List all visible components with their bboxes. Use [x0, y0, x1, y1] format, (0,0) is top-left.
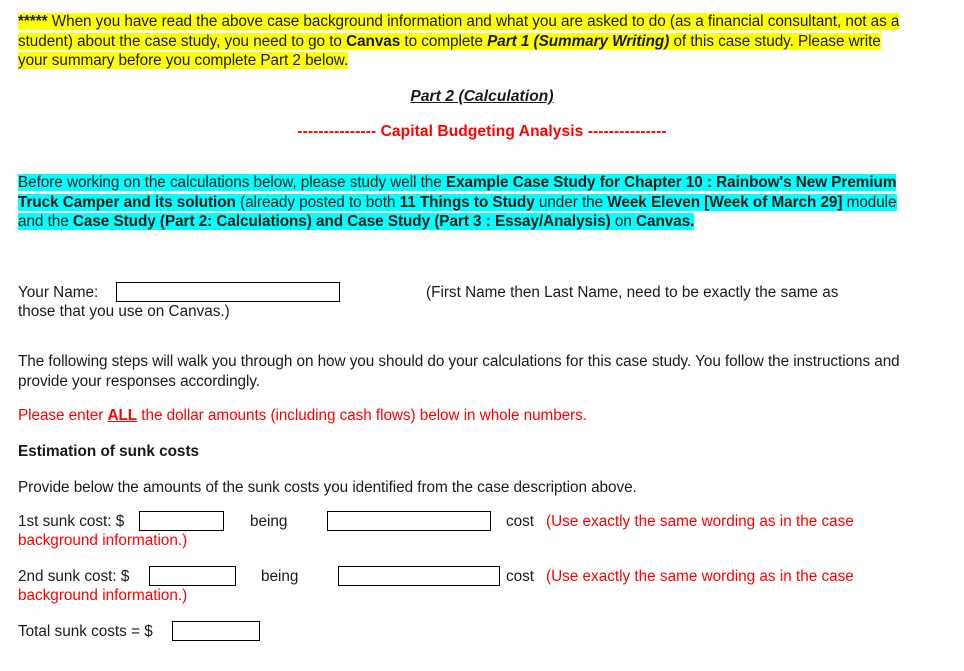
- whole-numbers-all-emphasis: ALL: [107, 407, 138, 424]
- whole-numbers-text-1: Please enter: [18, 407, 108, 424]
- your-name-hint: (First Name then Last Name, need to be e…: [426, 283, 906, 303]
- first-sunk-cost-note-line2: background information.): [18, 532, 188, 549]
- intro-note-text-2: to complete: [400, 32, 488, 50]
- your-name-label: Your Name:: [18, 284, 99, 301]
- your-name-input[interactable]: [116, 282, 340, 302]
- study-note-text-1: Before working on the calculations below…: [18, 174, 446, 191]
- study-note-text-2: (already posted to both: [235, 193, 400, 211]
- study-note-text-5: on: [610, 213, 637, 230]
- your-name-hint-continued: those that you use on Canvas.): [18, 302, 498, 322]
- study-note-11-things-to-study: 11 Things to Study: [399, 193, 535, 211]
- intro-note-stars: *****: [18, 13, 52, 30]
- document-page: ***** When you have read the above case …: [0, 0, 964, 671]
- study-note-canvas: Canvas.: [636, 213, 695, 230]
- first-sunk-cost-cost-label: cost: [506, 513, 535, 530]
- total-sunk-costs-label: Total sunk costs = $: [18, 623, 153, 640]
- intro-note-paragraph: ***** When you have read the above case …: [18, 12, 908, 71]
- intro-note-canvas-bold: Canvas: [346, 32, 401, 50]
- second-sunk-cost-note-line1: (Use exactly the same wording as in the …: [546, 568, 854, 585]
- second-sunk-cost-being-label: being: [261, 568, 299, 585]
- intro-note-highlight: ***** When you have read the above case …: [18, 13, 899, 69]
- study-note-week-eleven: Week Eleven [Week of March 29]: [607, 193, 843, 211]
- intro-note-part1-bold-italic: Part 1 (Summary Writing): [487, 32, 670, 50]
- sunk-costs-instruction: Provide below the amounts of the sunk co…: [18, 479, 637, 496]
- whole-numbers-note: Please enter ALL the dollar amounts (inc…: [18, 406, 903, 426]
- study-note-paragraph: Before working on the calculations below…: [18, 173, 898, 232]
- your-name-hint-line1: (First Name then Last Name, need to be e…: [426, 284, 839, 301]
- your-name-hint-line2: those that you use on Canvas.): [18, 303, 230, 320]
- sunk-costs-section-heading: Estimation of sunk costs: [18, 443, 200, 460]
- second-sunk-cost-cost-label: cost: [506, 568, 535, 585]
- part-2-title: Part 2 (Calculation): [410, 88, 554, 105]
- study-note-case-study-parts: Case Study (Part 2: Calculations) and Ca…: [72, 213, 611, 230]
- second-sunk-cost-description-input[interactable]: [338, 566, 500, 586]
- study-note-text-3: under the: [534, 193, 608, 211]
- first-sunk-cost-description-input[interactable]: [327, 511, 491, 531]
- second-sunk-cost-note-line2: background information.): [18, 587, 188, 604]
- first-sunk-cost-label: 1st sunk cost: $: [18, 513, 125, 530]
- first-sunk-cost-amount-input[interactable]: [139, 511, 224, 531]
- first-sunk-cost-note-line1: (Use exactly the same wording as in the …: [546, 513, 854, 530]
- study-note-highlight: Before working on the calculations below…: [18, 174, 897, 230]
- second-sunk-cost-label: 2nd sunk cost: $: [18, 568, 130, 585]
- first-sunk-cost-being-label: being: [250, 513, 288, 530]
- capital-budgeting-heading: --------------- Capital Budgeting Analys…: [297, 123, 667, 140]
- total-sunk-costs-input[interactable]: [172, 621, 260, 641]
- whole-numbers-text-2: the dollar amounts (including cash flows…: [137, 407, 587, 424]
- second-sunk-cost-amount-input[interactable]: [149, 566, 236, 586]
- steps-paragraph: The following steps will walk you throug…: [18, 353, 900, 390]
